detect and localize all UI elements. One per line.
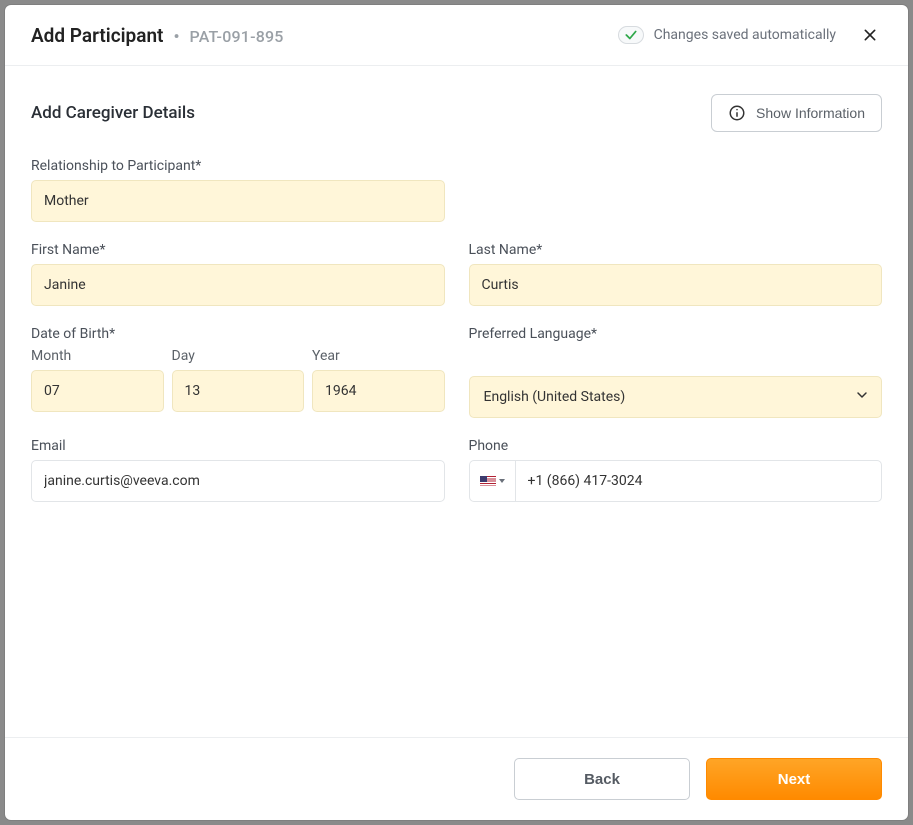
back-button[interactable]: Back xyxy=(514,758,690,800)
language-field: Preferred Language* English (United Stat… xyxy=(469,326,883,418)
dob-year-col: Year xyxy=(312,348,445,412)
email-input[interactable] xyxy=(31,460,445,502)
section-title: Add Caregiver Details xyxy=(31,103,195,123)
phone-label: Phone xyxy=(469,438,883,454)
phone-input[interactable] xyxy=(515,460,883,502)
first-name-label: First Name* xyxy=(31,242,445,258)
close-button[interactable] xyxy=(858,23,882,47)
check-icon xyxy=(624,28,638,42)
dob-field: Date of Birth* Month Day Year xyxy=(31,326,445,418)
last-name-input[interactable] xyxy=(469,264,883,306)
flag-us-icon xyxy=(480,476,496,487)
show-information-label: Show Information xyxy=(756,105,865,121)
dob-day-label: Day xyxy=(172,348,305,364)
separator-dot: • xyxy=(173,29,179,46)
page-title: Add Participant xyxy=(31,24,163,47)
dob-day-input[interactable] xyxy=(172,370,305,412)
next-button[interactable]: Next xyxy=(706,758,882,800)
email-field: Email xyxy=(31,438,445,502)
dob-day-col: Day xyxy=(172,348,305,412)
language-spacer xyxy=(469,348,883,370)
dob-label: Date of Birth* xyxy=(31,326,445,342)
header-right: Changes saved automatically xyxy=(618,23,882,47)
first-name-input[interactable] xyxy=(31,264,445,306)
phone-field: Phone xyxy=(469,438,883,502)
close-icon xyxy=(862,27,878,43)
modal-footer: Back Next xyxy=(5,737,908,820)
language-value: English (United States) xyxy=(484,389,626,405)
relationship-label: Relationship to Participant* xyxy=(31,158,445,174)
dob-year-label: Year xyxy=(312,348,445,364)
phone-input-group xyxy=(469,460,883,502)
autosave-text: Changes saved automatically xyxy=(654,27,836,43)
autosave-indicator: Changes saved automatically xyxy=(618,26,836,44)
caret-down-icon xyxy=(499,479,505,483)
dob-month-col: Month xyxy=(31,348,164,412)
relationship-field: Relationship to Participant* xyxy=(31,158,445,222)
header-left: Add Participant • PAT-091-895 xyxy=(31,24,284,47)
modal-header: Add Participant • PAT-091-895 Changes sa… xyxy=(5,5,908,66)
patient-id: PAT-091-895 xyxy=(189,27,283,46)
dob-year-input[interactable] xyxy=(312,370,445,412)
section-header: Add Caregiver Details Show Information xyxy=(31,94,882,132)
language-select[interactable]: English (United States) xyxy=(469,376,883,418)
relationship-input[interactable] xyxy=(31,180,445,222)
language-label: Preferred Language* xyxy=(469,326,883,342)
dob-month-label: Month xyxy=(31,348,164,364)
info-icon xyxy=(728,104,746,122)
last-name-field: Last Name* xyxy=(469,242,883,306)
first-name-field: First Name* xyxy=(31,242,445,306)
show-information-button[interactable]: Show Information xyxy=(711,94,882,132)
last-name-label: Last Name* xyxy=(469,242,883,258)
form-grid: Relationship to Participant* First Name*… xyxy=(31,158,882,502)
check-badge xyxy=(618,26,644,44)
dob-row: Month Day Year xyxy=(31,348,445,412)
language-select-wrap: English (United States) xyxy=(469,376,883,418)
email-label: Email xyxy=(31,438,445,454)
phone-country-selector[interactable] xyxy=(469,460,515,502)
modal-content: Add Caregiver Details Show Information R… xyxy=(5,66,908,737)
dob-month-input[interactable] xyxy=(31,370,164,412)
add-participant-modal: Add Participant • PAT-091-895 Changes sa… xyxy=(5,5,908,820)
grid-spacer xyxy=(469,158,883,222)
